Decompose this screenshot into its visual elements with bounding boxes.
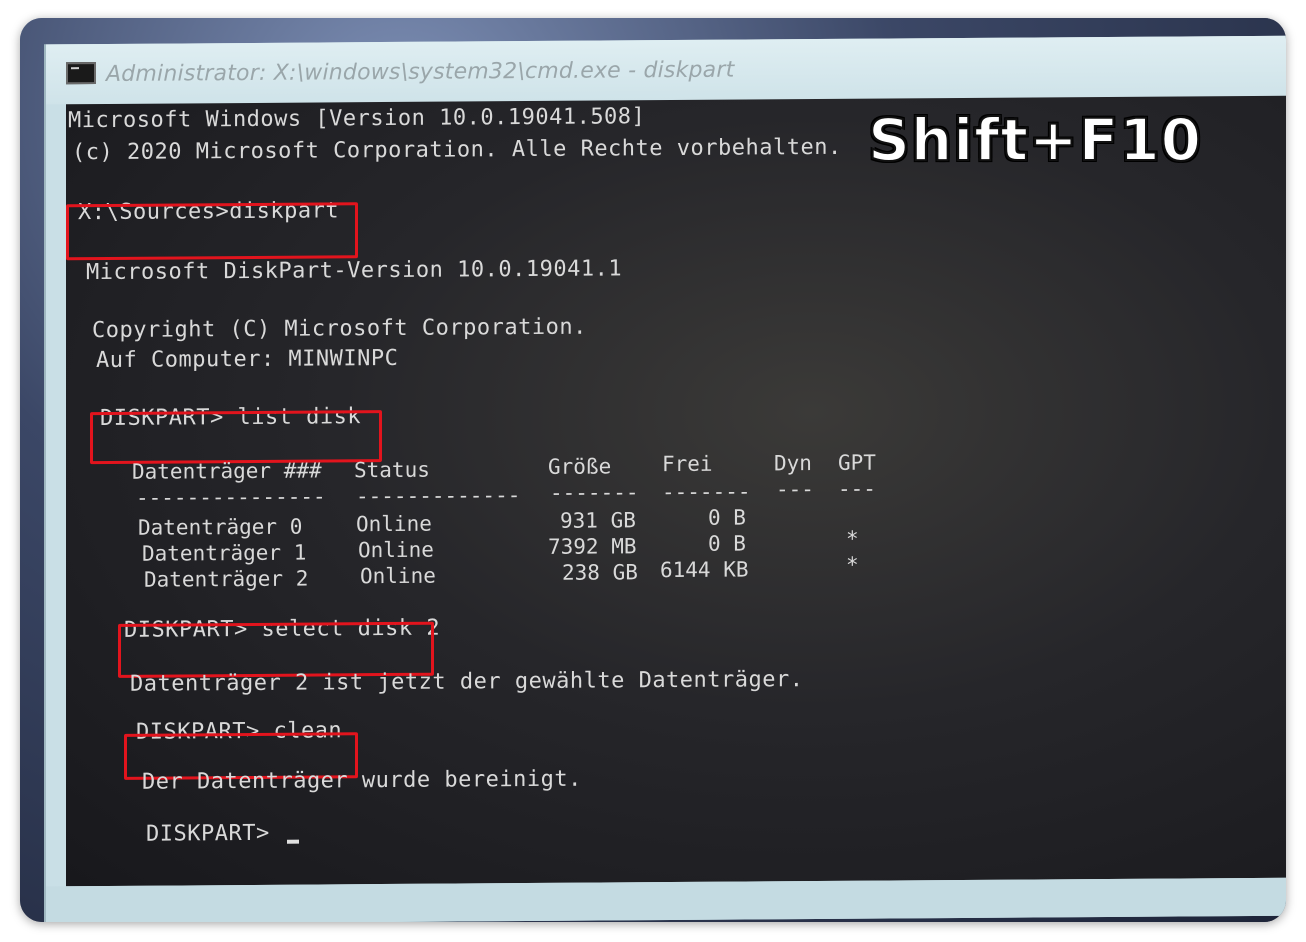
shift-f10-overlay-label: Shift+F10 [867,105,1202,175]
console-line-computer: Auf Computer: MINWINPC [96,345,399,374]
table-row-gpt: * [846,552,859,577]
console-line-copyright: (c) 2020 Microsoft Corporation. Alle Rec… [72,134,842,166]
table-separator: ------- [550,480,639,505]
table-row-size: 238 GB [562,560,638,585]
prompt-text: DISKPART> [146,820,284,847]
window-title: Administrator: X:\windows\system32\cmd.e… [106,57,735,87]
console-prompt[interactable]: DISKPART> [146,820,300,847]
table-row-disk-name: Datenträger 1 [142,540,307,566]
table-header-dyn: Dyn [774,451,812,476]
table-header-size: Größe [548,454,612,479]
table-row-size: 7392 MB [548,534,637,559]
table-separator: --------------- [136,484,326,510]
table-row-gpt: * [846,526,859,551]
highlight-box-diskpart [66,202,358,261]
cmd-icon [66,62,96,85]
console-area[interactable]: Microsoft Windows [Version 10.0.19041.50… [66,95,1286,887]
table-row-status: Online [360,563,436,589]
title-bar[interactable]: Administrator: X:\windows\system32\cmd.e… [46,35,1286,105]
table-header-gpt: GPT [838,450,876,475]
table-row-size: 931 GB [560,508,636,533]
photo-frame: Administrator: X:\windows\system32\cmd.e… [20,18,1286,922]
text-cursor [287,839,300,844]
table-header-disk: Datenträger ### [132,458,322,484]
console-line-diskpart-copyright: Copyright (C) Microsoft Corporation. [92,314,587,344]
table-row-free: 0 B [708,505,746,530]
table-header-free: Frei [662,451,713,477]
table-row-disk-name: Datenträger 0 [138,514,303,540]
highlight-box-list-disk [90,410,382,465]
table-row-free: 0 B [708,531,746,556]
table-row-status: Online [358,537,434,563]
table-separator: ------------- [356,483,521,509]
console-line-cleaned: Der Datenträger wurde bereinigt. [142,766,582,795]
table-row-status: Online [356,511,432,537]
window-bottom-edge [46,877,1286,922]
console-line-selected: Datenträger 2 ist jetzt der gewählte Dat… [130,667,804,697]
table-separator: ------- [662,479,751,505]
console-line-version: Microsoft Windows [Version 10.0.19041.50… [68,104,646,134]
table-row-free: 6144 KB [660,557,749,583]
table-row-disk-name: Datenträger 2 [144,566,309,592]
table-separator: --- [776,477,814,502]
table-separator: --- [838,476,876,501]
console-line-diskpart-version: Microsoft DiskPart-Version 10.0.19041.1 [86,256,623,286]
table-header-status: Status [354,457,430,483]
